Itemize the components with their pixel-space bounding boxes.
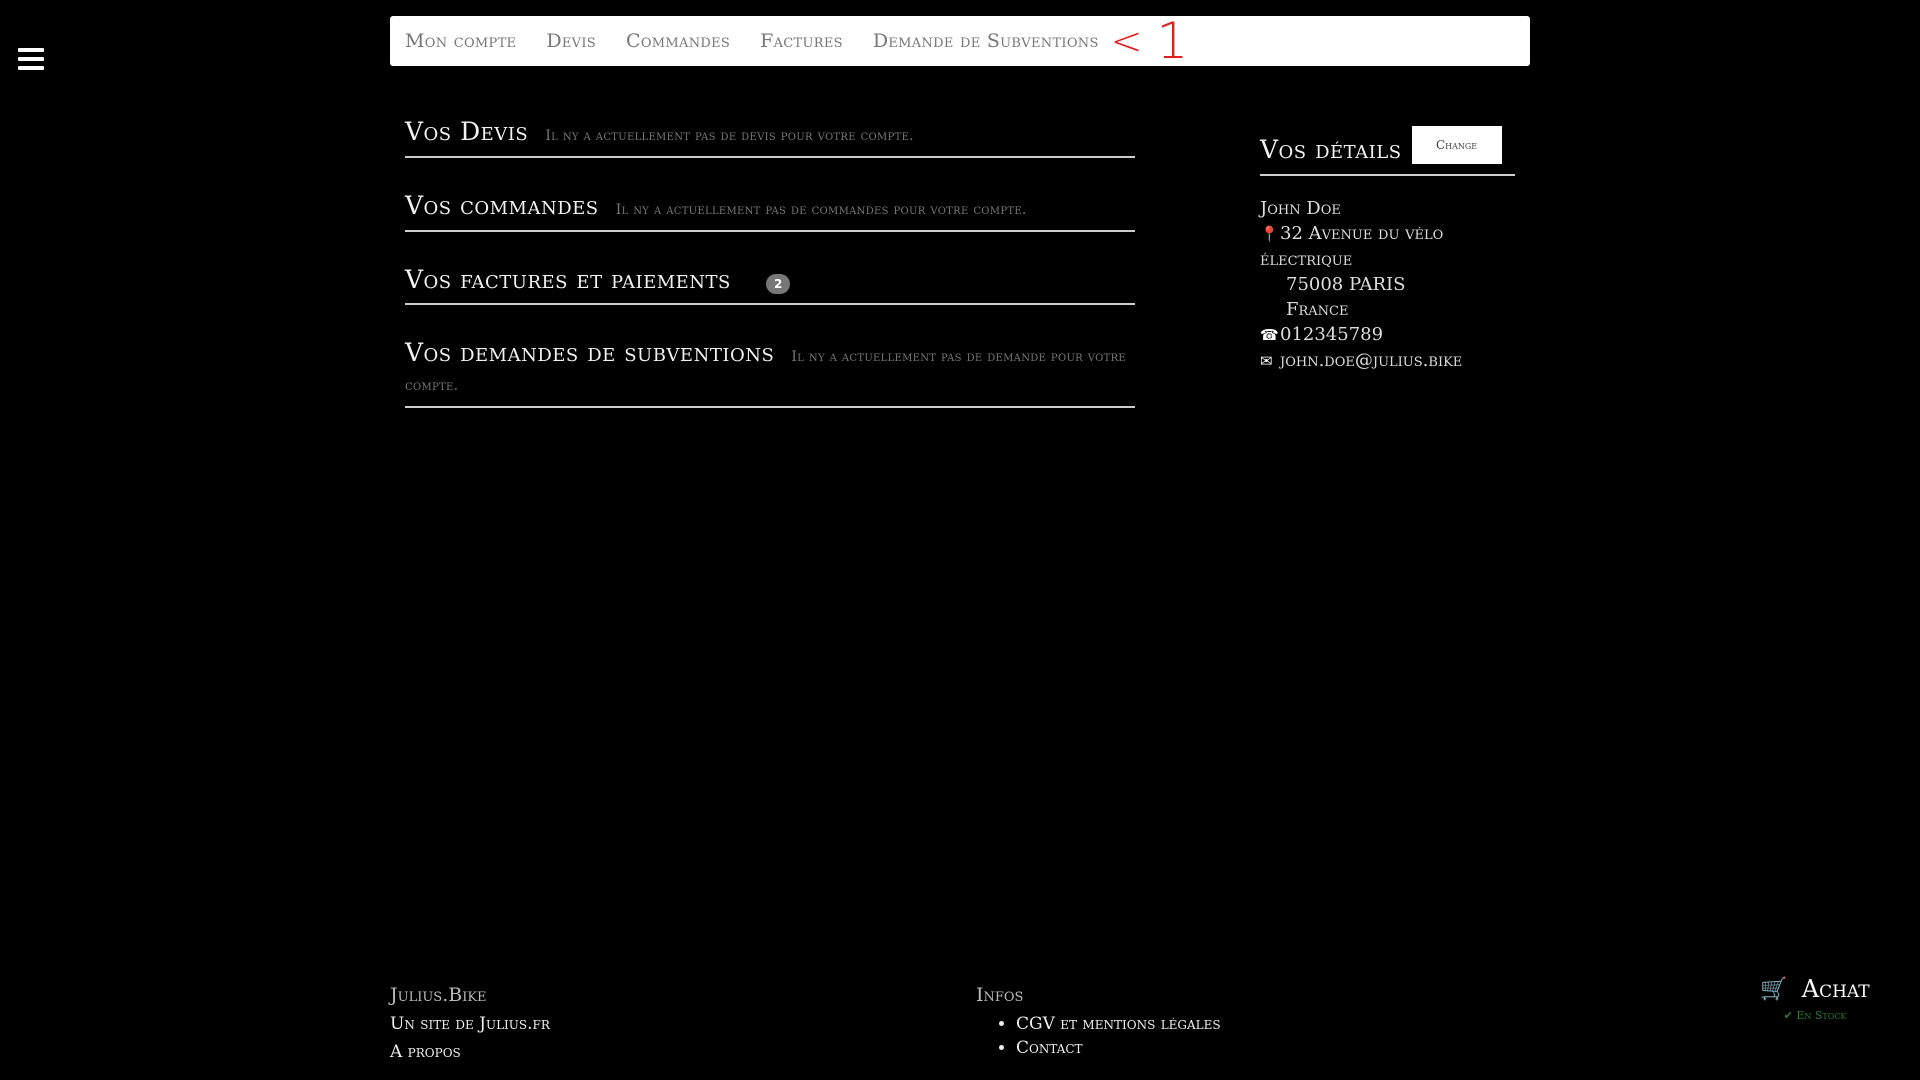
address-row: 📍32 Avenue du vélo électrique: [1260, 221, 1515, 272]
footer-link-contact[interactable]: Contact: [1016, 1038, 1083, 1058]
footer-link-julius-fr[interactable]: Un site de Julius.fr: [390, 1014, 550, 1034]
annotation-number: 1: [1156, 12, 1189, 70]
footer-list-item: CGV et mentions légales: [1016, 1014, 1221, 1034]
check-icon: ✔: [1783, 1009, 1793, 1022]
section-subventions: Vos demandes de subventions Il ny a actu…: [405, 339, 1135, 408]
details-header: Vos détails Change: [1260, 126, 1515, 176]
phone-row: ☎012345789: [1260, 322, 1515, 348]
section-commandes: Vos commandes Il ny a actuellement pas d…: [405, 192, 1135, 232]
nav-devis[interactable]: Devis: [546, 30, 596, 52]
details-body: John Doe 📍32 Avenue du vélo électrique 7…: [1260, 196, 1515, 374]
address-line1: 32 Avenue du vélo électrique: [1260, 223, 1444, 270]
cart-label: Achat: [1801, 975, 1870, 1003]
account-sections: Vos Devis Il ny a actuellement pas de de…: [405, 118, 1135, 442]
section-subventions-title[interactable]: Vos demandes de subventions: [405, 338, 774, 367]
section-factures: Vos factures et paiements 2: [405, 266, 1135, 305]
cart-line: 🛒 Achat: [1745, 975, 1885, 1003]
details-panel: Vos détails Change John Doe 📍32 Avenue d…: [1260, 126, 1515, 374]
section-devis-note: Il ny a actuellement pas de devis pour v…: [545, 128, 914, 144]
factures-count-badge: 2: [765, 273, 791, 294]
annotation-arrow: <: [1110, 19, 1143, 63]
nav-commandes[interactable]: Commandes: [626, 30, 730, 52]
section-devis: Vos Devis Il ny a actuellement pas de de…: [405, 118, 1135, 158]
section-commandes-note: Il ny a actuellement pas de commandes po…: [615, 202, 1027, 218]
email-address[interactable]: john.doe@julius.bike: [1280, 350, 1462, 371]
nav-mon-compte[interactable]: Mon compte: [405, 30, 516, 52]
hamburger-menu-icon[interactable]: [18, 48, 44, 70]
map-marker-icon: 📍: [1260, 225, 1279, 243]
section-factures-title[interactable]: Vos factures et paiements: [405, 265, 731, 294]
customer-name: John Doe: [1260, 198, 1341, 219]
shopping-cart-icon: 🛒: [1760, 976, 1788, 1002]
envelope-icon: ✉: [1260, 352, 1273, 370]
cart-button[interactable]: 🛒 Achat ✔ En Stock: [1745, 975, 1885, 1022]
phone-icon: ☎: [1260, 326, 1279, 344]
change-details-button[interactable]: Change: [1411, 126, 1502, 164]
footer-heading-julius: Julius.Bike: [390, 984, 487, 1006]
email-row: ✉ john.doe@julius.bike: [1260, 348, 1515, 374]
section-devis-title[interactable]: Vos Devis: [405, 117, 528, 146]
footer-infos-list: CGV et mentions légales Contact: [976, 1014, 1221, 1058]
stock-status: ✔ En Stock: [1745, 1009, 1885, 1022]
details-title: Vos détails: [1260, 134, 1402, 164]
footer-col-infos: Infos CGV et mentions légales Contact: [976, 984, 1221, 1062]
stock-label: En Stock: [1796, 1009, 1847, 1022]
footer-col-julius: Julius.Bike Un site de Julius.fr A propo…: [390, 984, 550, 1070]
footer-link-cgv[interactable]: CGV et mentions légales: [1016, 1014, 1221, 1034]
address-line2: 75008 PARIS: [1286, 274, 1406, 295]
footer-list-item: Contact: [1016, 1038, 1221, 1058]
nav-factures[interactable]: Factures: [760, 30, 843, 52]
nav-demande-subventions[interactable]: Demande de Subventions: [873, 30, 1099, 52]
footer-heading-infos: Infos: [976, 984, 1024, 1006]
top-nav: Mon compte Devis Commandes Factures Dema…: [390, 16, 1530, 66]
phone-number: 012345789: [1280, 324, 1384, 345]
address-country: France: [1286, 299, 1349, 320]
section-commandes-title[interactable]: Vos commandes: [405, 191, 599, 220]
footer-link-a-propos[interactable]: A propos: [390, 1042, 550, 1062]
